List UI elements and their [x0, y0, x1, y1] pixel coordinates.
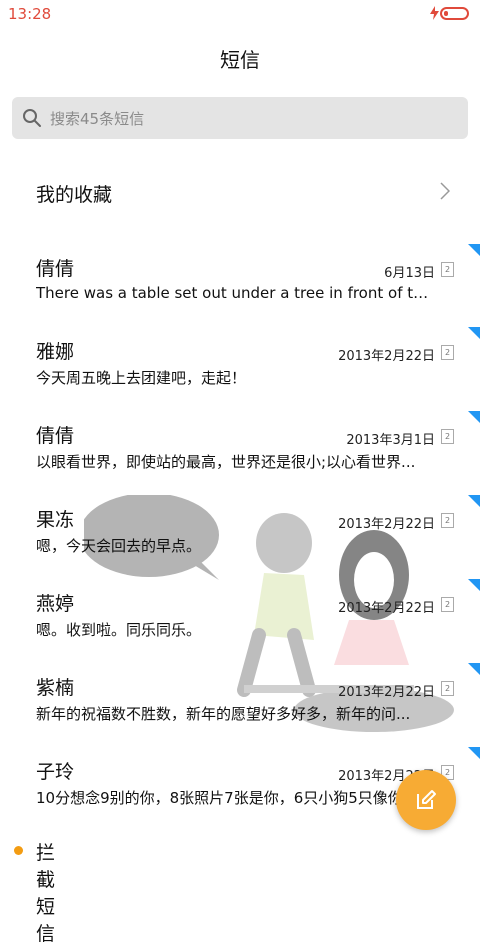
contact-name: 果冻	[36, 509, 75, 531]
page-title: 短信	[220, 48, 260, 72]
compose-icon	[417, 790, 436, 809]
thread-item[interactable]: 倩倩 6月13日 2 There was a table set out und…	[0, 244, 480, 332]
sim-icon: 2	[441, 681, 454, 696]
thread-date: 2013年3月1日	[346, 433, 435, 448]
message-preview: 新年的祝福数不胜数，新年的愿望好多好多，新年的问...	[36, 705, 411, 723]
unread-flag	[468, 327, 480, 339]
unread-flag	[468, 579, 480, 591]
blocked-label: 拦截短信	[36, 842, 56, 945]
compose-button[interactable]	[396, 770, 456, 830]
search-placeholder: 搜索45条短信	[50, 110, 145, 128]
thread-item[interactable]: 燕婷 2013年2月22日 2 嗯。收到啦。同乐同乐。	[0, 579, 480, 667]
unread-flag	[468, 495, 480, 507]
contact-name: 雅娜	[36, 341, 75, 363]
message-preview: There was a table set out under a tree i…	[36, 284, 436, 302]
contact-name: 燕婷	[36, 593, 75, 615]
thread-date: 2013年2月22日	[338, 685, 435, 700]
thread-date: 2013年2月22日	[338, 517, 435, 532]
unread-flag	[468, 747, 480, 759]
message-preview: 以眼看世界，即使站的最高，世界还是很小;以心看世界...	[36, 453, 416, 471]
thread-date: 2013年2月22日	[338, 349, 435, 364]
search-icon	[23, 109, 41, 127]
unread-flag	[468, 411, 480, 423]
search-bar[interactable]: 搜索45条短信	[12, 97, 468, 139]
contact-name: 倩倩	[36, 425, 75, 447]
contact-name: 子玲	[36, 761, 75, 783]
message-preview: 嗯，今天会回去的早点。	[36, 537, 202, 555]
sim-icon: 2	[441, 345, 454, 360]
contact-name: 紫楠	[36, 677, 75, 699]
message-preview: 10分想念9别的你，8张照片7张是你，6只小狗5只像你...	[36, 789, 418, 807]
contact-name: 倩倩	[36, 258, 75, 280]
message-preview: 嗯。收到啦。同乐同乐。	[36, 621, 202, 639]
thread-item[interactable]: 紫楠 2013年2月22日 2 新年的祝福数不胜数，新年的愿望好多好多，新年的问…	[0, 663, 480, 751]
thread-item[interactable]: 雅娜 2013年2月22日 2 今天周五晚上去团建吧，走起！	[0, 327, 480, 415]
sim-icon: 2	[441, 262, 454, 277]
thread-item[interactable]: 倩倩 2013年3月1日 2 以眼看世界，即使站的最高，世界还是很小;以心看世界…	[0, 411, 480, 499]
thread-date: 2013年2月22日	[338, 601, 435, 616]
message-preview: 今天周五晚上去团建吧，走起！	[36, 369, 247, 387]
indicator-dot	[14, 846, 23, 855]
unread-flag	[468, 244, 480, 256]
thread-date: 6月13日	[384, 266, 435, 281]
status-time: 13:28	[8, 5, 52, 23]
chevron-right-icon	[440, 182, 450, 200]
status-bar: 13:28	[0, 0, 480, 30]
sim-icon: 2	[441, 597, 454, 612]
sim-icon: 2	[441, 429, 454, 444]
charging-icon	[430, 6, 439, 20]
thread-item[interactable]: 果冻 2013年2月22日 2 嗯，今天会回去的早点。	[0, 495, 480, 583]
favorites-label: 我的收藏	[36, 184, 113, 206]
battery-icon	[440, 7, 469, 20]
unread-flag	[468, 663, 480, 675]
favorites-item[interactable]: 我的收藏	[0, 168, 480, 214]
sim-icon: 2	[441, 513, 454, 528]
